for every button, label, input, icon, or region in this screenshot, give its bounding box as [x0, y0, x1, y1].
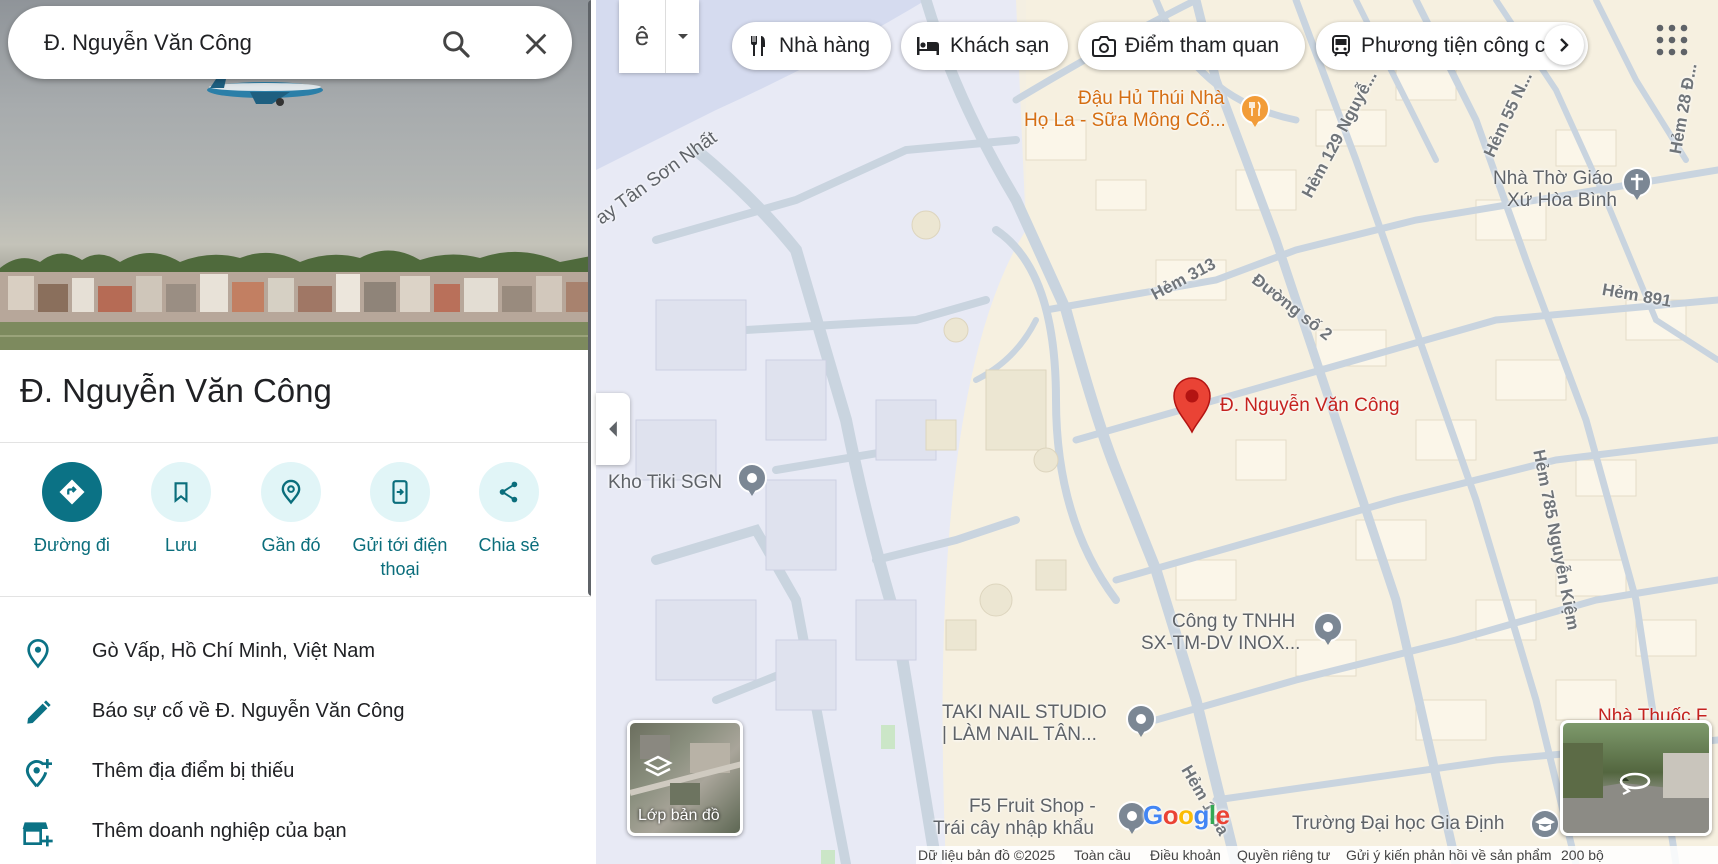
bookmark-icon — [151, 462, 211, 522]
map-label-f5-1[interactable]: F5 Fruit Shop - — [969, 796, 1096, 818]
google-logo: Google — [1143, 800, 1230, 831]
map-layers-button[interactable]: Lớp bản đồ — [627, 720, 743, 836]
nearby-button[interactable]: Gần đó — [236, 462, 346, 557]
map-label-dau-hu-1[interactable]: Đậu Hủ Thúi Nhà — [1078, 88, 1224, 110]
map-label-dau-hu-2[interactable]: Họ La - Sữa Mông Cổ... — [1024, 110, 1226, 132]
place-title: Đ. Nguyễn Văn Công — [20, 372, 332, 409]
transit-toggle-dropdown[interactable] — [666, 0, 699, 73]
add-location-icon — [22, 757, 54, 789]
church-marker-icon[interactable] — [1621, 166, 1653, 207]
add-business-row[interactable]: Thêm doanh nghiệp của bạn — [0, 803, 591, 859]
pencil-icon — [22, 697, 54, 729]
add-business-icon — [22, 817, 54, 849]
share-icon — [479, 462, 539, 522]
map-label-kho-tiki[interactable]: Kho Tiki SGN — [608, 472, 722, 494]
share-button[interactable]: Chia sẻ — [454, 462, 564, 557]
school-marker-icon[interactable] — [1529, 808, 1561, 849]
place-panel: Đ. Nguyễn Văn Công Đ. Nguyễn Văn Công Đư… — [0, 0, 591, 864]
inox-marker-icon[interactable] — [1312, 611, 1344, 652]
google-logo-letter: G — [1143, 800, 1163, 830]
add-missing-place-row[interactable]: Thêm địa điểm bị thiếu — [0, 743, 591, 799]
chevron-left-icon — [609, 421, 617, 437]
restaurant-marker-icon[interactable] — [1239, 93, 1271, 134]
directions-icon — [42, 462, 102, 522]
report-issue-text: Báo sự cố về Đ. Nguyễn Văn Công — [92, 700, 405, 722]
footer-feedback-link[interactable]: Gửi ý kiến phản hồi về sản phẩm — [1346, 847, 1552, 863]
send-to-phone-icon — [370, 462, 430, 522]
google-logo-letter: e — [1215, 800, 1230, 830]
google-apps-icon[interactable] — [1654, 22, 1690, 58]
nearby-label: Gần đó — [261, 535, 321, 555]
footer-terms-link[interactable]: Điều khoản — [1150, 847, 1221, 863]
map-label-church-1[interactable]: Nhà Thờ Giáo — [1493, 168, 1613, 190]
kho-tiki-marker-icon[interactable] — [736, 462, 768, 503]
collapse-panel-button[interactable] — [596, 393, 630, 465]
add-business-text: Thêm doanh nghiệp của bạn — [92, 820, 347, 842]
footer-privacy-link[interactable]: Quyền riêng tư — [1237, 847, 1330, 863]
map-label-inox-2[interactable]: SX-TM-DV INOX... — [1141, 633, 1300, 655]
panel-scrollbar[interactable] — [588, 0, 591, 596]
hotel-icon — [917, 37, 939, 55]
chip-hotels[interactable]: Khách sạn — [901, 22, 1068, 70]
transit-toggle: ê — [619, 0, 699, 73]
save-button[interactable]: Lưu — [126, 462, 236, 557]
street-view-thumbnail[interactable] — [1560, 720, 1712, 836]
address-text: Gò Vấp, Hồ Chí Minh, Việt Nam — [92, 640, 376, 662]
map-canvas[interactable]: ay Tân Sơn Nhất Đậu Hủ Thúi Nhà Họ La - … — [596, 0, 1718, 864]
chip-restaurants[interactable]: Nhà hàng — [732, 22, 891, 70]
map-footer: Dữ liệu bản đồ ©2025 Toàn cầu Điều khoản… — [916, 846, 1718, 864]
google-logo-letter: o — [1178, 800, 1194, 830]
transit-toggle-left[interactable]: ê — [619, 0, 666, 73]
footer-global-link[interactable]: Toàn cầu — [1074, 847, 1131, 863]
search-box: Đ. Nguyễn Văn Công — [8, 6, 572, 79]
send-to-phone-button[interactable]: Gửi tới điện thoại — [345, 462, 455, 581]
chip-attractions[interactable]: Điểm tham quan — [1078, 22, 1305, 70]
directions-label: Đường đi — [34, 535, 110, 555]
map-label-f5-2[interactable]: Trái cây nhập khẩu — [933, 818, 1094, 840]
map-label-church-2[interactable]: Xứ Hòa Bình — [1507, 190, 1617, 212]
map-label-inox-1[interactable]: Công ty TNHH — [1172, 611, 1295, 633]
chevron-right-icon — [1560, 38, 1569, 52]
chevron-down-icon — [677, 33, 688, 39]
maps-app: Đ. Nguyễn Văn Công Đ. Nguyễn Văn Công Đư… — [0, 0, 1718, 864]
map-layers-label: Lớp bản đồ — [638, 807, 720, 824]
chip-attractions-label: Điểm tham quan — [1125, 34, 1280, 57]
share-label: Chia sẻ — [478, 535, 540, 555]
taki-marker-icon[interactable] — [1125, 703, 1157, 744]
nearby-icon — [261, 462, 321, 522]
close-icon[interactable] — [522, 30, 550, 58]
report-issue-row[interactable]: Báo sự cố về Đ. Nguyễn Văn Công — [0, 683, 591, 739]
add-missing-place-text: Thêm địa điểm bị thiếu — [92, 760, 295, 782]
google-logo-letter: g — [1193, 800, 1210, 830]
save-label: Lưu — [164, 535, 198, 555]
transit-icon — [1332, 35, 1350, 57]
map-label-taki-1[interactable]: TAKI NAIL STUDIO — [942, 702, 1107, 724]
divider — [0, 596, 591, 597]
footer-scale[interactable]: 200 bộ — [1561, 847, 1604, 863]
selected-location-pin-icon[interactable] — [1172, 376, 1212, 439]
location-pin-icon — [22, 637, 54, 669]
search-icon[interactable] — [440, 28, 472, 60]
restaurant-icon — [751, 36, 765, 56]
search-input[interactable]: Đ. Nguyễn Văn Công — [44, 6, 252, 79]
address-row[interactable]: Gò Vấp, Hồ Chí Minh, Việt Nam — [0, 623, 591, 679]
footer-map-data: Dữ liệu bản đồ ©2025 — [918, 847, 1056, 863]
chip-hotels-label: Khách sạn — [950, 34, 1050, 57]
map-label-selected-street[interactable]: Đ. Nguyễn Văn Công — [1220, 395, 1400, 417]
send-to-phone-label: Gửi tới điện thoại — [352, 535, 448, 579]
map-label-truong[interactable]: Trường Đại học Gia Định — [1292, 813, 1504, 835]
divider — [0, 442, 591, 443]
google-logo-letter: l — [1208, 800, 1216, 830]
chip-restaurants-label: Nhà hàng — [779, 34, 871, 57]
google-logo-letter: o — [1162, 800, 1179, 830]
chips-next-button[interactable] — [1544, 25, 1584, 65]
map-label-taki-2[interactable]: | LÀM NAIL TÂN... — [942, 724, 1097, 746]
directions-button[interactable]: Đường đi — [17, 462, 127, 557]
camera-icon — [1092, 36, 1116, 57]
